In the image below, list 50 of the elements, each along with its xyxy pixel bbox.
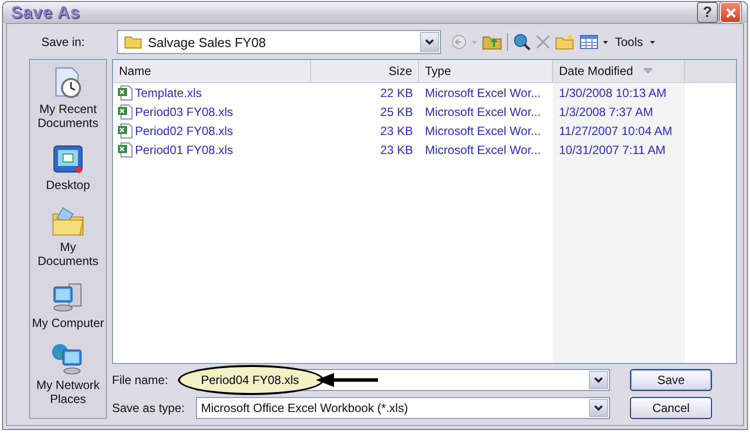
file-size: 25 KB	[379, 104, 414, 118]
excel-file-icon	[117, 122, 133, 138]
tools-menu[interactable]: Tools	[613, 35, 646, 49]
dropdown-icon	[425, 39, 434, 45]
web-search-icon[interactable]	[513, 33, 531, 51]
file-name-label: File name:	[112, 373, 170, 387]
caret-icon[interactable]	[603, 40, 608, 44]
places-item[interactable]: My Computer	[30, 280, 106, 330]
excel-file-icon	[117, 142, 133, 158]
date-modified: 1/30/2008 10:13 AM	[558, 86, 668, 100]
file-name[interactable]: Period02 FY08.xls	[135, 124, 234, 138]
places-item[interactable]: My Documents	[30, 204, 106, 268]
date-modified: 11/27/2007 10:04 AM	[558, 124, 674, 138]
file-size: 23 KB	[379, 142, 414, 156]
excel-file-icon	[117, 84, 133, 100]
file-name[interactable]: Template.xls	[135, 86, 202, 100]
location-dropdown[interactable]: Salvage Sales FY08	[117, 30, 441, 54]
window-title: Save As	[11, 2, 80, 22]
help-button[interactable]: ?	[697, 2, 718, 23]
file-size: 23 KB	[379, 124, 414, 138]
file-name[interactable]: Period03 FY08.xls	[135, 104, 234, 118]
column-header[interactable]: Name	[113, 60, 311, 82]
file-type: Microsoft Excel Wor...	[424, 124, 542, 138]
file-type: Microsoft Excel Wor...	[424, 86, 542, 100]
close-icon	[724, 6, 736, 18]
file-name[interactable]: Period01 FY08.xls	[135, 142, 234, 156]
date-modified: 1/3/2008 7:37 AM	[558, 104, 654, 118]
save-in-label: Save in:	[40, 35, 86, 49]
save-as-type-label: Save as type:	[112, 401, 186, 415]
save-button[interactable]: Save	[630, 369, 712, 391]
column-header[interactable]: Date Modified	[553, 60, 685, 82]
column-header[interactable]: Size	[311, 60, 419, 82]
date-modified: 10/31/2007 7:11 AM	[558, 142, 667, 156]
sort-arrow-icon	[643, 68, 654, 74]
file-type: Microsoft Excel Wor...	[424, 104, 542, 118]
places-item[interactable]: My Recent Documents	[30, 66, 106, 130]
dropdown-icon	[594, 377, 603, 383]
caret-icon[interactable]	[650, 40, 656, 44]
folder-icon	[124, 35, 142, 49]
views-icon[interactable]	[580, 35, 598, 49]
dropdown-icon	[594, 405, 603, 411]
excel-file-icon	[117, 104, 133, 120]
cancel-button[interactable]: Cancel	[630, 397, 712, 419]
places-item[interactable]: My Network Places	[30, 342, 106, 406]
file-type: Microsoft Excel Wor...	[424, 142, 542, 156]
file-size: 22 KB	[379, 86, 414, 100]
save-as-type-dropdown[interactable]: Microsoft Office Excel Workbook (*.xls)	[196, 397, 610, 419]
places-item[interactable]: Desktop	[30, 142, 106, 192]
up-folder-icon[interactable]	[482, 34, 502, 50]
close-button[interactable]	[720, 2, 741, 23]
